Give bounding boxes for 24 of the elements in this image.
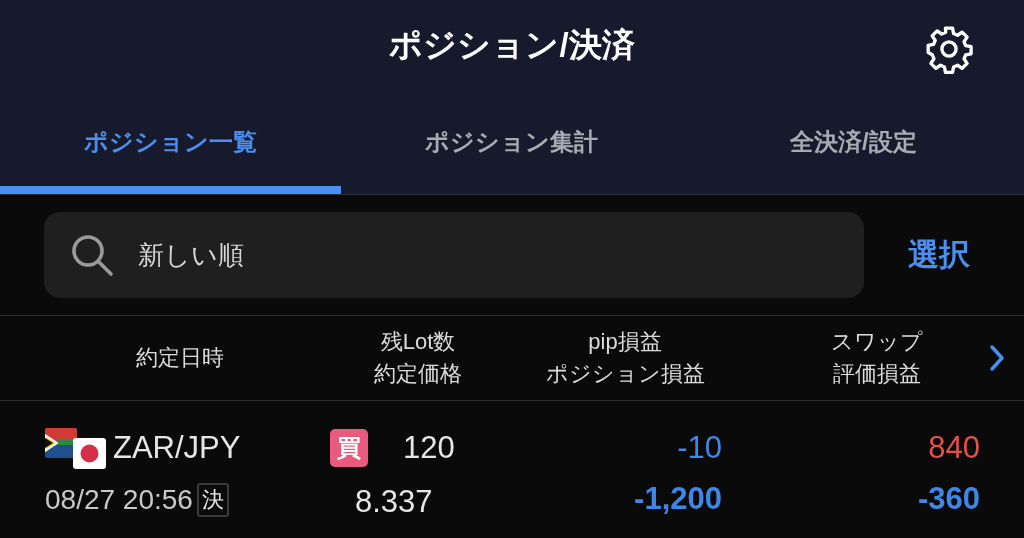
contract-price: 8.337 <box>355 484 433 519</box>
flags-icon <box>45 426 107 470</box>
chevron-right-icon <box>989 344 1005 372</box>
position-profit-loss: -1,200 <box>634 480 722 518</box>
column-header: 残Lot数 約定価格 <box>373 328 463 388</box>
currency-pair: ZAR/JPY <box>113 428 241 467</box>
column-header: スワップ 評価損益 <box>830 328 924 388</box>
buy-badge: 買 <box>330 429 368 467</box>
search-field[interactable]: 新しい順 <box>44 212 864 298</box>
pip-profit-loss: -10 <box>677 429 722 467</box>
lot-count: 120 <box>403 428 455 467</box>
position-row[interactable]: ZAR/JPY 08/27 20:56 決 買 120 8.337 -10 -1,200 840 -360 <box>0 401 1024 538</box>
settle-badge: 決 <box>196 483 229 517</box>
settings-icon <box>924 24 974 74</box>
screen-title: ポジション/決済 <box>389 25 635 66</box>
tab[interactable]: ポジション一覧 <box>0 90 342 194</box>
swap-value: 840 <box>928 429 980 467</box>
valuation-profit-loss: -360 <box>917 480 980 518</box>
tab[interactable]: 全決済/設定 <box>682 90 1024 194</box>
column-header: pip損益 ポジション損益 <box>544 328 706 388</box>
tab[interactable]: ポジション集計 <box>341 90 683 194</box>
column-header: 約定日時 <box>135 344 225 372</box>
date-time: 08/27 20:56 <box>45 483 193 517</box>
select-button[interactable]: 選択 <box>908 231 970 279</box>
